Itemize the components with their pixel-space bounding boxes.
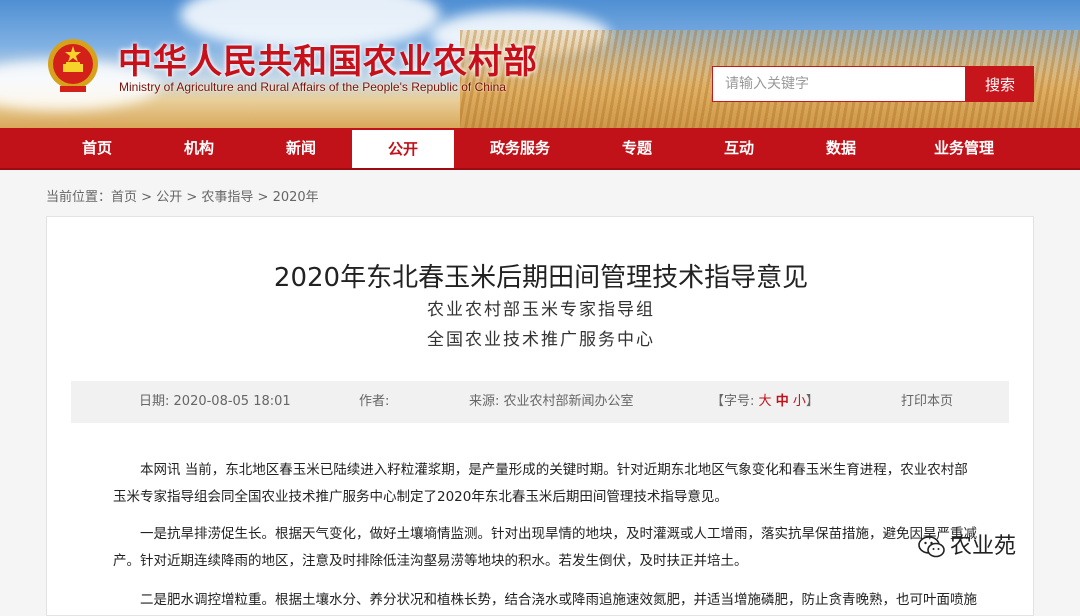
search-button[interactable]: 搜索	[966, 66, 1034, 102]
breadcrumb-item-farming-guidance[interactable]: 农事指导	[201, 190, 253, 205]
article-author: 农业农村部玉米专家指导组	[427, 300, 655, 320]
meta-source-value: 农业农村部新闻办公室	[503, 394, 634, 409]
nav-item-interaction[interactable]: 互动	[688, 128, 790, 168]
search-box	[712, 66, 966, 102]
meta-author-label: 作者:	[359, 394, 390, 409]
nav-item-home[interactable]: 首页	[46, 128, 148, 168]
breadcrumb-item-year[interactable]: 2020年	[273, 190, 319, 205]
site-title[interactable]: 中华人民共和国农业农村部	[118, 34, 538, 83]
meta-font-size: 【字号: 大 中 小】	[711, 381, 819, 423]
article-title: 2020年东北春玉米后期田间管理技术指导意见	[273, 263, 809, 293]
article-author: 全国农业技术推广服务中心	[427, 330, 655, 350]
print-link[interactable]: 打印本页	[901, 381, 953, 423]
article-paragraph: 二是肥水调控增粒重。根据土壤水分、养分状况和植株长势，结合浇水或降雨追施速效氮肥…	[140, 592, 977, 608]
breadcrumb-item-public[interactable]: 公开	[156, 190, 182, 205]
breadcrumb-separator: >	[137, 190, 157, 205]
article-paragraph: 本网讯 当前，东北地区春玉米已陆续进入籽粒灌浆期，是产量形成的关键时期。针对近期…	[113, 462, 968, 505]
font-size-close: 】	[805, 394, 819, 409]
article-container: 2020年东北春玉米后期田间管理技术指导意见 农业农村部玉米专家指导组 全国农业…	[46, 216, 1034, 616]
article-paragraph: 一是抗旱排涝促生长。根据天气变化，做好土壤墒情监测。针对出现旱情的地块，及时灌溉…	[113, 526, 977, 569]
meta-source-label: 来源:	[469, 394, 500, 409]
meta-date-label: 日期:	[139, 394, 170, 409]
nav-item-public[interactable]: 公开	[352, 128, 454, 168]
wechat-watermark: 农业苑	[918, 528, 1016, 560]
main-nav: 首页 机构 新闻 公开 政务服务 专题 互动 数据 业务管理	[0, 128, 1080, 170]
font-size-medium-link[interactable]: 中	[776, 394, 789, 409]
site-header: 中华人民共和国农业农村部 Ministry of Agriculture and…	[0, 0, 1080, 128]
nav-item-data[interactable]: 数据	[790, 128, 892, 168]
nav-item-government-services[interactable]: 政务服务	[468, 128, 572, 168]
breadcrumb-separator: >	[182, 190, 202, 205]
breadcrumb: 当前位置：首页 > 公开 > 农事指导 > 2020年	[46, 186, 319, 205]
font-size-small-link[interactable]: 小	[793, 394, 806, 409]
font-size-large-link[interactable]: 大	[759, 394, 772, 409]
font-size-label: 【字号:	[711, 394, 755, 409]
wechat-icon	[918, 536, 945, 558]
meta-source: 来源: 农业农村部新闻办公室	[469, 381, 634, 423]
nav-item-business-management[interactable]: 业务管理	[900, 128, 1028, 168]
meta-author: 作者:	[359, 381, 389, 423]
search-input[interactable]	[713, 67, 965, 101]
nav-item-news[interactable]: 新闻	[250, 128, 352, 168]
breadcrumb-prefix: 当前位置：	[46, 190, 112, 205]
meta-date-value: 2020-08-05 18:01	[173, 394, 291, 409]
article-meta-bar: 日期: 2020-08-05 18:01 作者: 来源: 农业农村部新闻办公室 …	[71, 381, 1009, 423]
print-page-label[interactable]: 打印本页	[901, 394, 953, 409]
site-subtitle: Ministry of Agriculture and Rural Affair…	[119, 80, 506, 94]
meta-date: 日期: 2020-08-05 18:01	[139, 381, 291, 423]
breadcrumb-item-home[interactable]: 首页	[111, 190, 137, 205]
breadcrumb-separator: >	[253, 190, 273, 205]
watermark-text: 农业苑	[950, 534, 1017, 559]
nav-item-organization[interactable]: 机构	[148, 128, 250, 168]
nav-item-topics[interactable]: 专题	[586, 128, 688, 168]
national-emblem-icon	[48, 39, 98, 92]
